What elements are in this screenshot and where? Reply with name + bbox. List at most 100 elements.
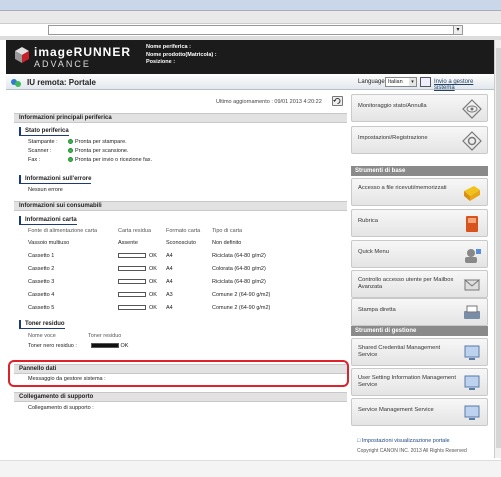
paper-gauge (118, 305, 146, 310)
paper-remaining: Assente (118, 240, 138, 246)
toner-col-name: Nome voce (28, 333, 56, 339)
highlight-box (8, 360, 349, 387)
paper-col-header: Tipo di carta (212, 228, 243, 234)
language-select[interactable]: Italian ▾ (385, 77, 417, 87)
sidebar-button-label: User Setting Information Management Serv… (358, 375, 456, 388)
device-info-header: Informazioni principali periferica (14, 113, 347, 123)
paper-type: Riciclata (64-80 g/m2) (212, 279, 266, 285)
browser-title-bar (0, 0, 501, 11)
paper-col-header: Fonte di alimentazione carta (28, 228, 98, 234)
status-label: Stampante : (28, 139, 58, 145)
sidebar-button-label: Stampa diretta (358, 307, 396, 313)
toner-gauge (91, 343, 119, 348)
paper-format: Sconosciuto (166, 240, 196, 246)
paper-source: Cassetto 4 (28, 292, 55, 298)
device-header: imageRUNNER ADVANCE Nome periferica : No… (6, 40, 494, 74)
sidebar-button[interactable]: Quick Menu (351, 240, 488, 268)
paper-source: Cassetto 1 (28, 253, 55, 259)
folder-icon (464, 186, 480, 201)
scroll-thumb[interactable] (496, 48, 501, 448)
paper-type: Comune 2 (64-90 g/m2) (212, 305, 271, 311)
sidebar-button-label: Monitoraggio stato/Annulla (358, 103, 427, 109)
sidebar-button[interactable]: Service Management Service (351, 398, 488, 426)
status-label: Fax : (28, 157, 41, 163)
send-to-admin-link[interactable]: Invio a gestore sistema (434, 79, 494, 91)
page-title: IU remota: Portale (27, 78, 96, 87)
paper-remaining-value: OK (149, 253, 157, 259)
language-label: Language: (358, 79, 387, 85)
sidebar-button[interactable]: Controllo accesso utente per Mailbox Ava… (351, 270, 488, 298)
paper-remaining: OK (118, 253, 157, 259)
paper-col-header: Formato carta (166, 228, 201, 234)
sidebar-button-label: Rubrica (358, 218, 378, 224)
basic-tools-header: Strumenti di base (351, 166, 488, 176)
support-header: Collegamento di supporto (14, 392, 347, 402)
paper-source: Cassetto 2 (28, 266, 55, 272)
mgmt-tools-header: Strumenti di gestione (351, 326, 488, 336)
quick-menu-icon (465, 249, 481, 263)
portal-settings-link[interactable]: □ Impostazioni visualizzazione portale (357, 438, 450, 444)
toner-col-remaining: Toner residuo (88, 333, 122, 339)
paper-format: A3 (166, 292, 173, 298)
portal-settings-label[interactable]: Impostazioni visualizzazione portale (362, 438, 450, 444)
location-label: Posizione : (146, 59, 176, 65)
error-info-header: Informazioni sull'errore (19, 175, 92, 184)
status-value: Pronta per scansione. (68, 148, 129, 154)
browser-toolbar (0, 11, 501, 24)
sidebar-button[interactable]: Rubrica (351, 209, 488, 237)
product-logo-sub: ADVANCE (34, 59, 91, 69)
status-ok-icon (68, 148, 73, 153)
status-label: Scanner : (28, 148, 52, 154)
sidebar-button[interactable]: Accesso a file ricevuti/memorizzati (351, 178, 488, 206)
address-dropdown-button[interactable]: ▾ (453, 25, 463, 35)
status-value: Pronta per stampare. (68, 139, 127, 145)
paper-remaining-value: OK (149, 266, 157, 272)
paper-source: Vassoio multiuso (28, 240, 70, 246)
direct-print-icon (464, 305, 480, 319)
paper-remaining-value: Assente (118, 240, 138, 246)
status-ok-icon (68, 157, 73, 162)
status-text: Pronta per scansione. (75, 148, 129, 154)
paper-source: Cassetto 5 (28, 305, 55, 311)
device-info: Nome periferica : Nome prodotto(Matricol… (146, 44, 217, 67)
toner-header: Toner residuo (19, 320, 65, 329)
status-ok-icon (68, 139, 73, 144)
status-bar (0, 460, 501, 477)
monitor-eye-icon (462, 99, 482, 119)
language-value: Italian (388, 79, 403, 85)
address-book-icon (466, 216, 478, 232)
monitor-icon (464, 375, 480, 390)
sidebar-button[interactable]: User Setting Information Management Serv… (351, 368, 488, 396)
vertical-scrollbar[interactable] (494, 40, 501, 458)
paper-remaining: OK (118, 279, 157, 285)
sidebar-button-label: Controllo accesso utente per Mailbox Ava… (358, 277, 454, 290)
cube-logo-icon (15, 47, 29, 63)
consumables-header: Informazioni sui consumabili (14, 201, 347, 211)
sidebar-button-label: Impostazioni/Registrazione (358, 135, 428, 141)
refresh-button[interactable] (332, 96, 343, 106)
paper-info-header: Informazioni carta (19, 216, 77, 225)
sidebar-button[interactable]: Shared Credential Management Service (351, 338, 488, 366)
paper-gauge (118, 292, 146, 297)
mail-icon[interactable] (420, 77, 431, 87)
paper-type: Comune 2 (64-90 g/m2) (212, 292, 271, 298)
refresh-icon (333, 98, 341, 104)
toner-black-gauge: OK (91, 343, 128, 349)
chevron-down-icon: ▾ (409, 78, 416, 86)
sidebar-button[interactable]: Stampa diretta (351, 298, 488, 326)
paper-format: A4 (166, 253, 173, 259)
sidebar-button-label: Accesso a file ricevuti/memorizzati (358, 185, 447, 191)
paper-remaining: OK (118, 305, 157, 311)
user-access-icon (463, 279, 481, 291)
sidebar-button[interactable]: Monitoraggio stato/Annulla (351, 94, 488, 122)
paper-gauge (118, 279, 146, 284)
paper-format: A4 (166, 279, 173, 285)
toner-black-value: OK (120, 343, 129, 349)
paper-type: Non definito (212, 240, 242, 246)
paper-gauge (118, 266, 146, 271)
monitor-icon (464, 405, 480, 420)
sidebar-button[interactable]: Impostazioni/Registrazione (351, 126, 488, 154)
address-bar[interactable] (48, 25, 455, 35)
paper-type: Colorata (64-80 g/m2) (212, 266, 266, 272)
portal-icon (11, 79, 21, 87)
